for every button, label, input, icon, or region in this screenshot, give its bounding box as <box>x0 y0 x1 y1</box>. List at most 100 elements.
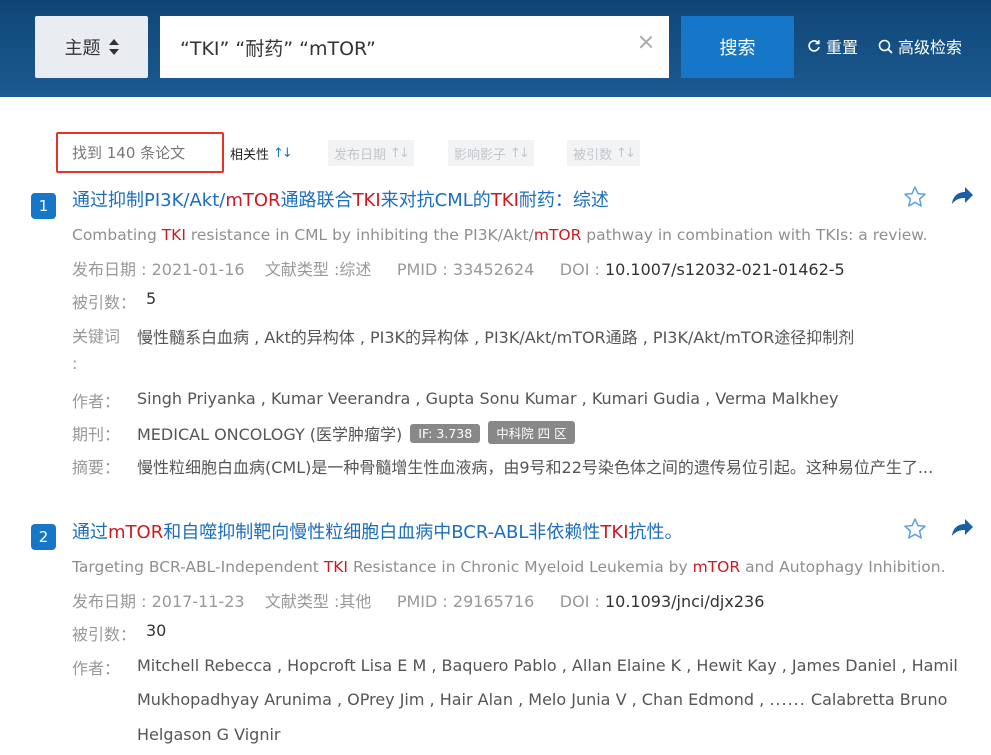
title-highlight: mTOR <box>108 522 164 543</box>
result-title[interactable]: 通过抑制PI3K/Akt/mTOR通路联合TKI来对抗CML的TKI耐药：综述 <box>72 186 609 212</box>
pmid-value: 29165716 <box>452 592 535 611</box>
authors-label: 作者： <box>72 659 121 678</box>
favorite-star-icon[interactable] <box>903 185 927 209</box>
title-text: 通路联合 <box>280 190 353 211</box>
doi-value[interactable]: 10.1007/s12032-021-01462-5 <box>605 260 845 279</box>
result-english-title: Combating TKI resistance in CML by inhib… <box>72 226 928 244</box>
title-highlight: mTOR <box>225 190 281 211</box>
result-title[interactable]: 通过mTOR和自噬抑制靶向慢性粒细胞白血病中BCR-ABL非依赖性TKI抗性。 <box>72 518 683 544</box>
title-text: 通过 <box>72 522 108 543</box>
title-text: 来对抗CML的 <box>380 190 491 211</box>
authors-line-text: Calabretta Bruno <box>805 690 948 709</box>
title-highlight: TKI <box>352 190 381 211</box>
authors-ellipsis[interactable]: ...... <box>769 690 806 709</box>
share-icon[interactable] <box>949 185 975 209</box>
pub-date-value: 2021-01-16 <box>151 260 245 279</box>
result-meta: 发布日期 : 2021-01-16 文献类型 :综述 PMID : 334526… <box>72 256 845 280</box>
cited-label: 被引数： <box>72 293 137 312</box>
title-text: 通过抑制PI3K/Akt/ <box>72 190 226 211</box>
search-button[interactable]: 搜索 <box>681 16 794 78</box>
journal-name[interactable]: MEDICAL ONCOLOGY (医学肿瘤学) <box>137 425 402 444</box>
cited-value: 5 <box>146 289 157 308</box>
cited-value: 30 <box>146 621 167 640</box>
sort-impact-factor-label: 影响影子 <box>454 147 507 163</box>
impact-factor-badge: IF: 3.738 <box>410 424 481 443</box>
pmid-label: PMID : <box>396 260 453 279</box>
clear-icon[interactable] <box>639 35 653 49</box>
field-select[interactable]: 主题 <box>35 16 148 78</box>
keywords-colon: : <box>72 354 78 373</box>
journal-label: 期刊： <box>72 425 121 444</box>
result-count: 找到 140 条论文 <box>56 132 224 173</box>
title-highlight: TKI <box>490 190 519 211</box>
share-icon[interactable] <box>949 517 975 541</box>
doc-type-label: 文献类型 : <box>264 260 340 279</box>
favorite-star-icon[interactable] <box>903 517 927 541</box>
sort-order-icon: ↑↓ <box>616 145 636 161</box>
journal-value: MEDICAL ONCOLOGY (医学肿瘤学) IF: 3.738 中科院 四 区 <box>137 421 575 445</box>
search-input[interactable] <box>160 16 620 78</box>
title-text: 耐药：综述 <box>518 190 609 211</box>
keywords-label: 关键词 <box>72 327 121 346</box>
pmid-label: PMID : <box>396 592 453 611</box>
search-icon <box>878 39 893 54</box>
result-meta: 发布日期 : 2017-11-23 文献类型 :其他 PMID : 291657… <box>72 588 764 612</box>
subtitle-text: Resistance in Chronic Myeloid Leukemia b… <box>348 558 693 576</box>
advanced-search-link[interactable]: 高级检索 <box>878 34 962 58</box>
subtitle-highlight: TKI <box>323 558 349 576</box>
field-select-label: 主题 <box>64 38 101 59</box>
result-number-badge: 2 <box>31 524 56 550</box>
search-header: 主题 搜索 重置 高级检索 <box>0 0 991 97</box>
doc-type-value: 其他 <box>339 592 372 611</box>
doi-label: DOI : <box>559 592 605 611</box>
subtitle-text: Combating <box>72 226 162 244</box>
authors-line[interactable]: Mukhopadhyay Arunima , OPrey Jim , Hair … <box>137 690 947 709</box>
subtitle-text: resistance in CML by inhibiting the PI3K… <box>185 226 534 244</box>
cited-label: 被引数： <box>72 625 137 644</box>
sort-cited-label: 被引数 <box>573 147 613 163</box>
title-highlight: TKI <box>600 522 629 543</box>
pub-date-label: 发布日期 : <box>72 260 152 279</box>
abstract-label: 摘要： <box>72 458 121 477</box>
subtitle-text: Targeting BCR-ABL-Independent <box>72 558 324 576</box>
pub-date-label: 发布日期 : <box>72 592 152 611</box>
sort-order-icon: ↑↓ <box>510 145 530 161</box>
abstract-value: 慢性粒细胞白血病(CML)是一种骨髓增生性血液病，由9号和22号染色体之间的遗传… <box>137 458 934 477</box>
pub-date-value: 2017-11-23 <box>151 592 245 611</box>
authors-line[interactable]: Helgason G Vignir <box>137 725 280 744</box>
title-text: 抗性。 <box>628 522 683 543</box>
sort-relevance-label: 相关性 <box>230 147 270 163</box>
sort-pub-date[interactable]: 发布日期 ↑↓ <box>328 140 414 166</box>
authors-value[interactable]: Singh Priyanka , Kumar Veerandra , Gupta… <box>137 389 838 408</box>
sort-order-icon: ↑↓ <box>273 145 293 161</box>
doc-type-label: 文献类型 : <box>264 592 340 611</box>
title-text: 和自噬抑制靶向慢性粒细胞白血病中BCR-ABL非依赖性 <box>163 522 601 543</box>
subtitle-highlight: TKI <box>161 226 186 244</box>
doi-label: DOI : <box>559 260 605 279</box>
subtitle-text: and Autophagy Inhibition. <box>740 558 946 576</box>
subtitle-highlight: mTOR <box>692 558 741 576</box>
authors-line[interactable]: Mitchell Rebecca , Hopcroft Lisa E M , B… <box>137 656 958 675</box>
result-number-badge: 1 <box>31 193 56 219</box>
advanced-search-label: 高级检索 <box>898 38 963 57</box>
doi-value[interactable]: 10.1093/jnci/djx236 <box>605 592 764 611</box>
select-arrows-icon <box>108 39 119 55</box>
authors-label: 作者： <box>72 392 121 411</box>
subtitle-highlight: mTOR <box>533 226 582 244</box>
keywords-value: 慢性髓系白血病 , Akt的异构体 , PI3K的异构体 , PI3K/Akt/… <box>137 328 855 347</box>
subtitle-text: pathway in combination with TKIs: a revi… <box>581 226 928 244</box>
sort-pub-date-label: 发布日期 <box>334 147 387 163</box>
sort-cited[interactable]: 被引数 ↑↓ <box>567 140 640 166</box>
search-box <box>160 16 669 78</box>
sort-impact-factor[interactable]: 影响影子 ↑↓ <box>448 140 534 166</box>
pmid-value: 33452624 <box>452 260 535 279</box>
refresh-icon <box>808 40 820 52</box>
sort-relevance[interactable]: 相关性 ↑↓ <box>224 140 297 166</box>
authors-line-text: Mukhopadhyay Arunima , OPrey Jim , Hair … <box>137 690 770 709</box>
reset-label: 重置 <box>826 38 859 57</box>
reset-link[interactable]: 重置 <box>807 34 858 58</box>
sort-order-icon: ↑↓ <box>390 145 410 161</box>
result-english-title: Targeting BCR-ABL-Independent TKI Resist… <box>72 558 946 576</box>
cas-zone-badge: 中科院 四 区 <box>488 421 575 444</box>
doc-type-value: 综述 <box>339 260 372 279</box>
